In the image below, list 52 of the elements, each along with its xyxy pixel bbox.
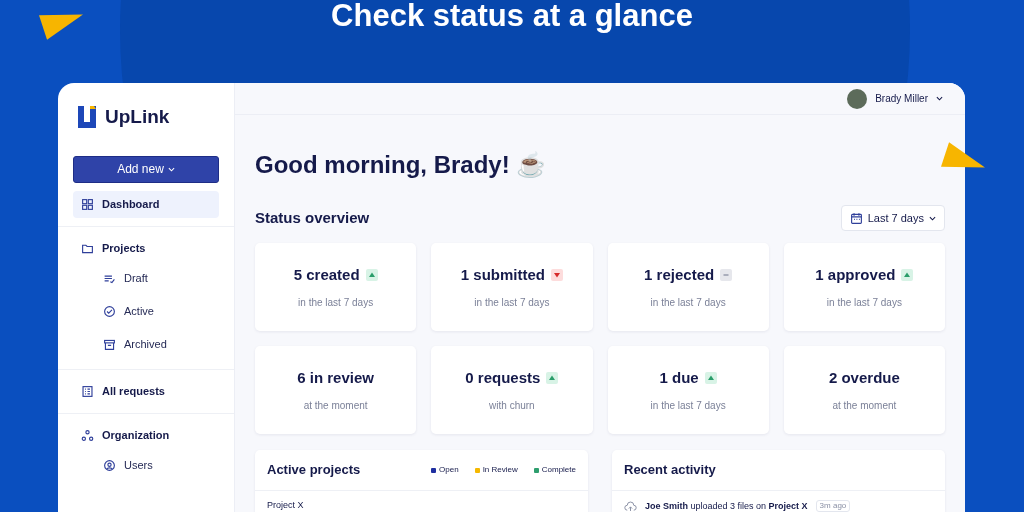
stat-value: 6 in review: [297, 367, 374, 388]
list-icon: [81, 384, 94, 398]
headline: Check status at a glance: [331, 0, 693, 32]
grid-icon: [81, 197, 94, 211]
stat-caption: in the last 7 days: [298, 296, 374, 311]
add-new-button[interactable]: Add new: [73, 155, 219, 183]
sidebar-item[interactable]: Dashboard: [73, 190, 219, 218]
sidebar-subitem[interactable]: Draft: [73, 261, 219, 295]
caret-icon: [936, 96, 943, 101]
stat-value: 1 submitted: [460, 264, 545, 285]
stat-value: 5 created: [293, 264, 360, 285]
legend-label: In Review: [482, 464, 518, 476]
archive-icon: [103, 337, 116, 351]
stat-caption: in the last 7 days: [826, 296, 902, 311]
stat-caption: at the moment: [303, 399, 368, 414]
stat-caption: at the moment: [832, 399, 897, 414]
sidebar-item[interactable]: Projects: [73, 234, 219, 262]
project-name[interactable]: Project X: [255, 491, 588, 510]
stat-value: 2 overdue: [828, 367, 900, 388]
check-circle-icon: [103, 304, 116, 318]
stat-value: 0 requests: [465, 367, 541, 388]
calendar-icon: [849, 211, 863, 225]
legend-label: Open: [439, 464, 459, 476]
logo-icon: [77, 105, 97, 130]
caret-icon: [167, 166, 175, 172]
sidebar-subitem[interactable]: Archived: [73, 327, 219, 361]
user-menu[interactable]: Brady Miller: [847, 88, 943, 109]
sidebar-subitem[interactable]: Active: [73, 294, 219, 328]
legend-label: Complete: [541, 464, 576, 476]
stat-value: 1 rejected: [644, 264, 715, 285]
cloud-upload-icon: [624, 500, 637, 512]
caret-icon: [929, 215, 936, 221]
date-range-button[interactable]: Last 7 days: [840, 205, 945, 231]
stat-value: 1 due: [659, 367, 699, 388]
avatar: [847, 88, 868, 109]
circles-icon: [81, 428, 94, 442]
panel-title: Active projects: [267, 461, 361, 480]
brand-name: UpLink: [105, 105, 170, 129]
sidebar-item[interactable]: All requests: [73, 377, 219, 405]
time-badge: 3m ago: [815, 500, 851, 512]
stat-caption: in the last 7 days: [650, 399, 726, 414]
panel-title: Recent activity: [624, 461, 716, 480]
greeting: Good morning, Brady! ☕: [255, 150, 548, 180]
sidebar-subitem[interactable]: Users: [73, 448, 219, 482]
sidebar-item[interactable]: Organization: [73, 421, 219, 449]
stat-value: 1 approved: [815, 264, 896, 285]
stat-caption: in the last 7 days: [474, 296, 550, 311]
section-title: Status overview: [255, 207, 370, 228]
stat-caption: in the last 7 days: [650, 296, 726, 311]
activity-text: Joe Smith uploaded 3 files on Project X: [645, 501, 808, 511]
user-icon: [103, 458, 116, 472]
stat-caption: with churn: [489, 399, 535, 414]
